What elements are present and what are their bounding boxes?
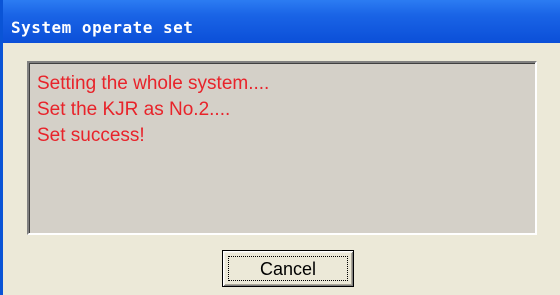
message-box: Setting the whole system.... Set the KJR…: [27, 61, 537, 235]
title-bar[interactable]: System operate set: [3, 0, 560, 43]
dialog-window: System operate set Setting the whole sys…: [0, 0, 560, 295]
message-line: Set success!: [37, 125, 145, 146]
message-line: Setting the whole system....: [37, 73, 270, 94]
cancel-button[interactable]: Cancel: [222, 250, 354, 287]
message-line: Set the KJR as No.2....: [37, 99, 231, 120]
cancel-button-label: Cancel: [259, 259, 317, 279]
window-title: System operate set: [11, 18, 194, 37]
